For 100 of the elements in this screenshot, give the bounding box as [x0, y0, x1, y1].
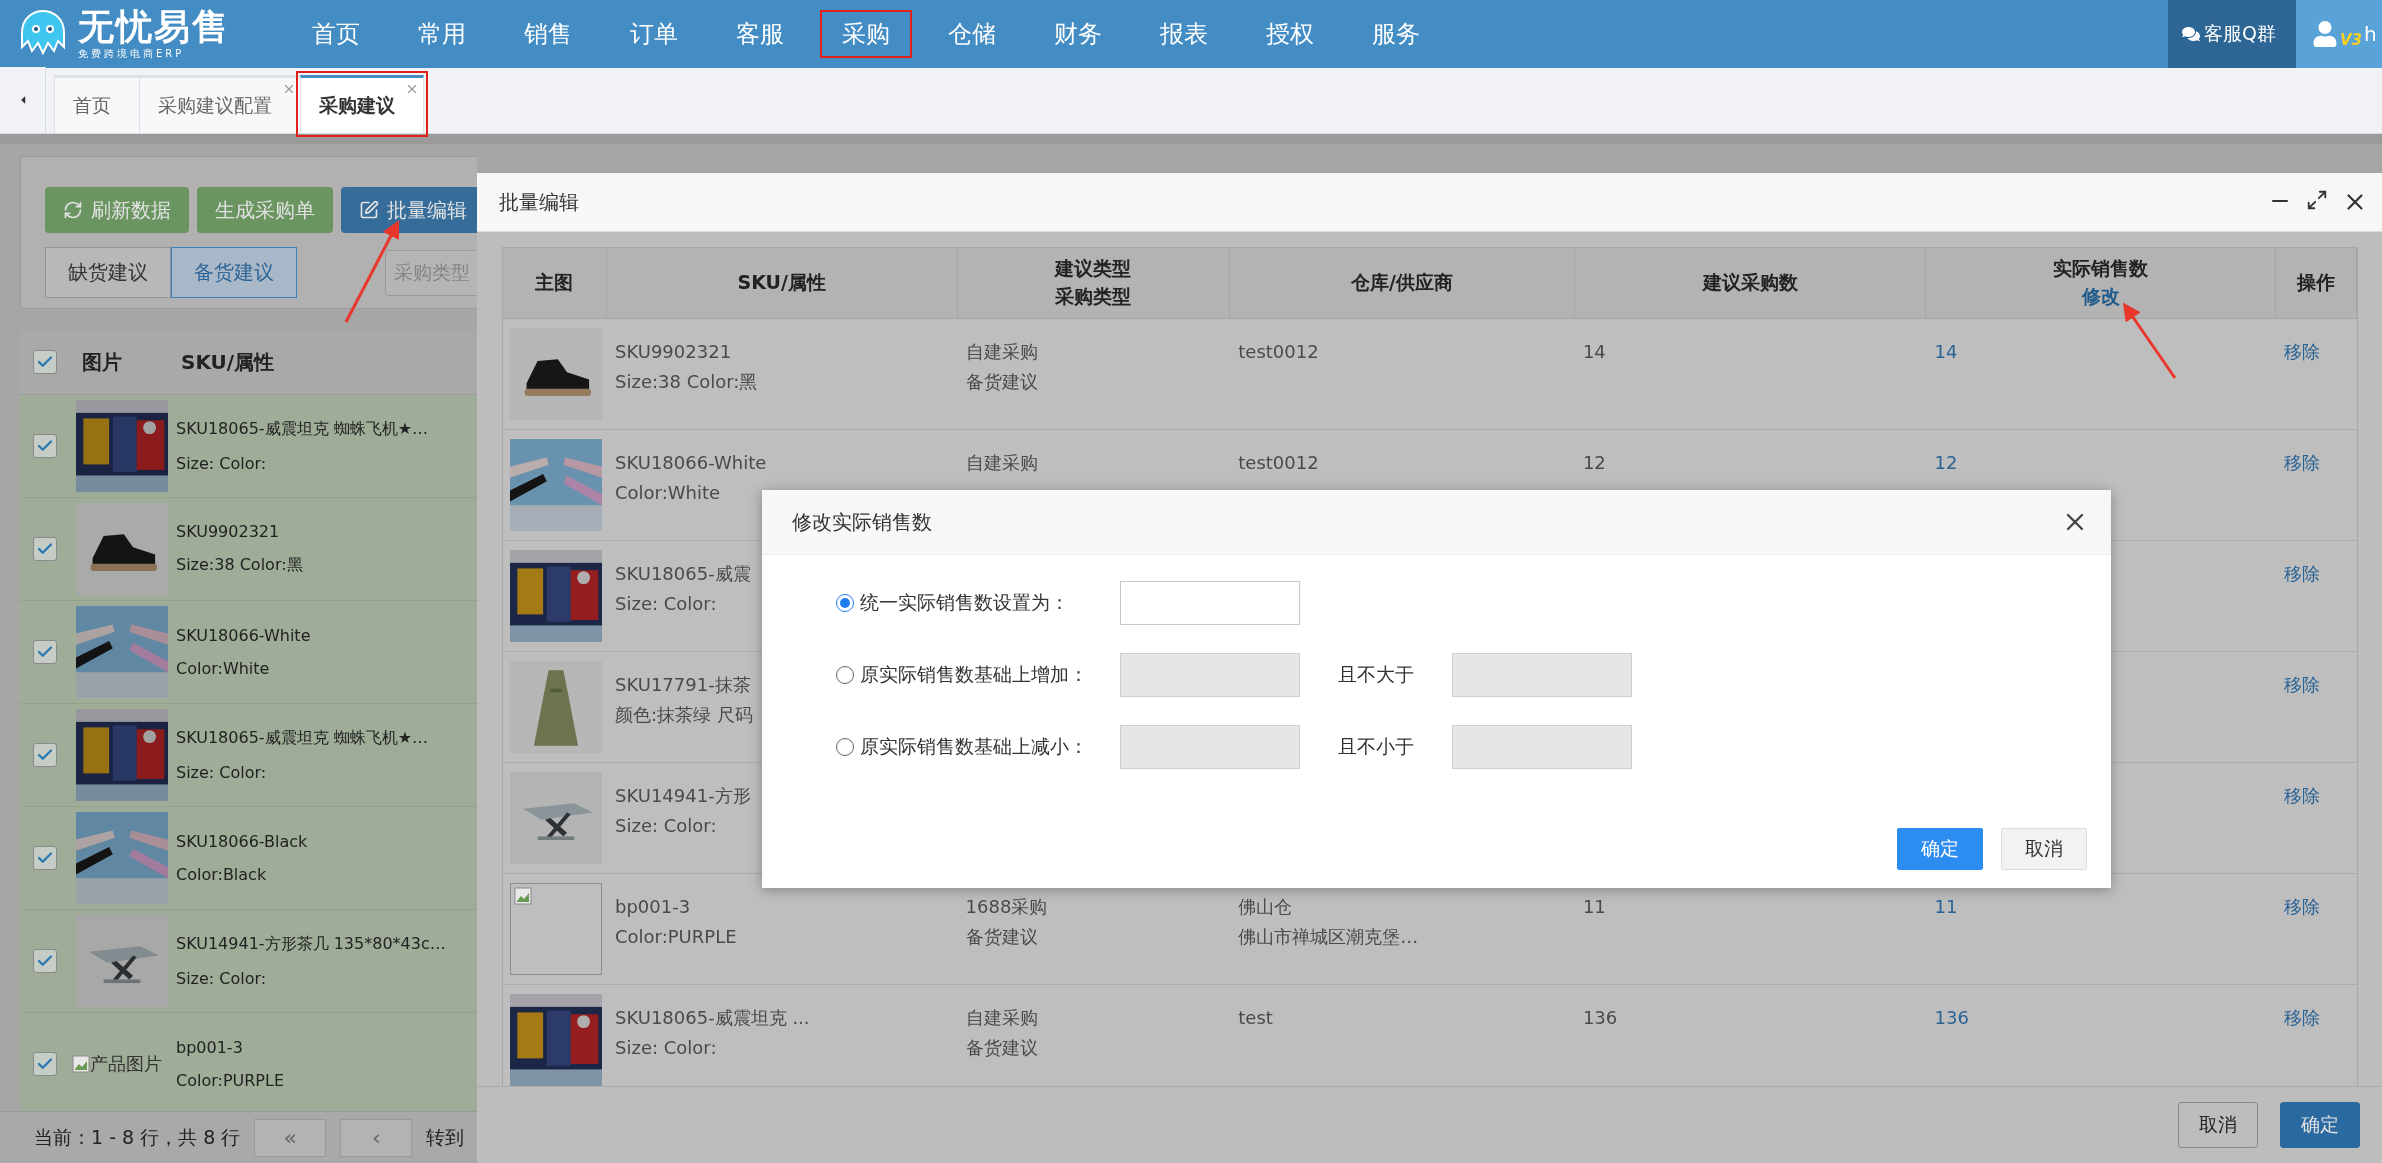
dialog-title: 修改实际销售数	[792, 508, 933, 536]
attribute-text: Color:Black	[176, 865, 268, 884]
remove-link[interactable]: 移除	[2284, 339, 2321, 365]
radio-option[interactable]: 原实际销售数基础上减小：	[836, 734, 1120, 760]
cancel-button[interactable]: 取消	[2178, 1102, 2258, 1148]
attribute-text: Size: Color:	[176, 454, 268, 473]
nav-item[interactable]: 采购	[820, 10, 912, 58]
nav-item[interactable]: 财务	[1032, 10, 1124, 58]
row-checkbox[interactable]	[33, 949, 57, 973]
sku-text: SKU9902321	[615, 340, 732, 364]
nav-item[interactable]: 仓储	[926, 10, 1018, 58]
remove-link[interactable]: 移除	[2284, 783, 2321, 809]
attribute-text: Color:White	[615, 481, 721, 505]
sku-text: SKU18066-White	[176, 626, 311, 645]
remove-link[interactable]: 移除	[2284, 672, 2321, 698]
remove-link[interactable]: 移除	[2284, 1005, 2321, 1031]
limit-label: 且不小于	[1338, 734, 1414, 759]
type-text: 备货建议	[965, 1036, 1038, 1060]
attribute-text: Size: Color:	[615, 814, 717, 838]
sku-text: SKU18065-威震坦克 蜘蛛飞机★…	[176, 419, 429, 440]
table-row[interactable]: SKU18065-威震坦克 蜘蛛飞机★… Size: Color:	[20, 395, 477, 498]
logo-subtitle: 免费跨境电商ERP	[78, 47, 186, 61]
table-row[interactable]: 产品图片 bp001-3 Color:PURPLE	[20, 1013, 477, 1111]
actual-sales-link[interactable]: 136	[1934, 1005, 1969, 1031]
column-header: 建议采购数	[1702, 270, 1798, 295]
row-checkbox[interactable]	[33, 434, 57, 458]
nav-item[interactable]: 销售	[502, 10, 594, 58]
modal-title: 批量编辑	[499, 188, 580, 216]
segment-button[interactable]: 备货建议	[171, 247, 297, 298]
toolbar-button[interactable]: 批量编辑	[341, 187, 477, 233]
type-text: 备货建议	[965, 370, 1038, 394]
page-tab[interactable]: 首页	[54, 75, 140, 133]
edit-link[interactable]: 修改	[2081, 284, 2120, 310]
warehouse-text: test0012	[1238, 451, 1319, 475]
confirm-button[interactable]: 确定	[1897, 828, 1983, 870]
cancel-button[interactable]: 取消	[2001, 828, 2087, 870]
remove-link[interactable]: 移除	[2284, 450, 2321, 476]
number-field[interactable]	[1120, 581, 1300, 625]
nav-item[interactable]: 报表	[1138, 10, 1230, 58]
suggested-quantity: 136	[1582, 1006, 1618, 1030]
attribute-text: Color:White	[176, 659, 271, 678]
table-row[interactable]: SKU18066-Black Color:Black	[20, 807, 477, 910]
column-header: 实际销售数	[2053, 256, 2149, 281]
column-header: 操作	[2297, 270, 2336, 295]
attribute-text: Size: Color:	[615, 592, 717, 616]
warehouse-text: 佛山仓	[1238, 895, 1293, 919]
page-tab[interactable]: 采购建议配置	[139, 75, 301, 133]
image-alt-text: 产品图片	[90, 1052, 162, 1076]
limit-label: 且不大于	[1338, 662, 1414, 687]
segment-button[interactable]: 缺货建议	[45, 247, 171, 298]
actual-sales-link[interactable]: 11	[1934, 894, 1958, 920]
remove-link[interactable]: 移除	[2284, 561, 2321, 587]
row-checkbox[interactable]	[33, 1052, 57, 1076]
maximize-icon[interactable]	[2306, 189, 2328, 211]
sku-text: SKU17791-抹茶	[615, 673, 751, 697]
attribute-text: Size: Color:	[615, 1036, 717, 1060]
confirm-button[interactable]: 确定	[2280, 1102, 2360, 1148]
sku-text: SKU14941-方形茶几 135*80*43c…	[176, 934, 446, 955]
table-row[interactable]: SKU18065-威震坦克 蜘蛛飞机★… Size: Color:	[20, 704, 477, 807]
attribute-text: Size: Color:	[176, 969, 268, 988]
level-label: V3	[2340, 31, 2363, 49]
attribute-text: Size: Color:	[176, 763, 268, 782]
sku-text: SKU18065-威震	[615, 562, 751, 586]
attribute-text: Color:PURPLE	[615, 925, 737, 949]
nav-item[interactable]: 授权	[1244, 10, 1336, 58]
attribute-text: Size:38 Color:黑	[615, 370, 758, 394]
nav-item[interactable]: 首页	[290, 10, 382, 58]
row-checkbox[interactable]	[33, 640, 57, 664]
nav-item[interactable]: 常用	[396, 10, 488, 58]
radio-option[interactable]: 统一实际销售数设置为：	[836, 590, 1120, 616]
column-header: 图片	[81, 348, 123, 376]
table-row[interactable]: SKU9902321 Size:38 Color:黑	[20, 498, 477, 601]
attribute-text: Color:PURPLE	[176, 1071, 285, 1090]
previous-page-button[interactable]: ‹	[340, 1118, 413, 1157]
logo-title: 无忧易售	[78, 7, 230, 47]
row-checkbox[interactable]	[33, 743, 57, 767]
first-page-button[interactable]: «	[254, 1118, 327, 1157]
type-text: 备货建议	[965, 925, 1038, 949]
nav-item[interactable]: 订单	[608, 10, 700, 58]
select-all-checkbox[interactable]	[33, 350, 57, 374]
row-checkbox[interactable]	[33, 537, 57, 561]
toolbar-button[interactable]: 生成采购单	[197, 187, 333, 233]
sku-text: SKU14941-方形	[615, 784, 751, 808]
actual-sales-link[interactable]: 12	[1934, 450, 1958, 476]
broken-image-icon	[72, 1055, 90, 1073]
type-text: 1688采购	[965, 895, 1048, 919]
table-row[interactable]: SKU14941-方形茶几 135*80*43c… Size: Color:	[20, 910, 477, 1013]
remove-link[interactable]: 移除	[2284, 894, 2321, 920]
broken-image-icon	[514, 887, 532, 905]
sku-text: SKU18065-威震坦克 蜘蛛飞机★…	[176, 728, 429, 749]
goto-label: 转到	[426, 1124, 465, 1150]
row-checkbox[interactable]	[33, 846, 57, 870]
column-header: 主图	[535, 270, 574, 295]
nav-item[interactable]: 客服	[714, 10, 806, 58]
nav-item[interactable]: 服务	[1350, 10, 1442, 58]
radio-option[interactable]: 原实际销售数基础上增加：	[836, 662, 1120, 688]
table-row[interactable]: SKU18066-White Color:White	[20, 601, 477, 704]
actual-sales-link[interactable]: 14	[1934, 339, 1958, 365]
toolbar-button[interactable]: 刷新数据	[45, 187, 189, 233]
support-group-button[interactable]: 客服Q群	[2168, 0, 2296, 68]
